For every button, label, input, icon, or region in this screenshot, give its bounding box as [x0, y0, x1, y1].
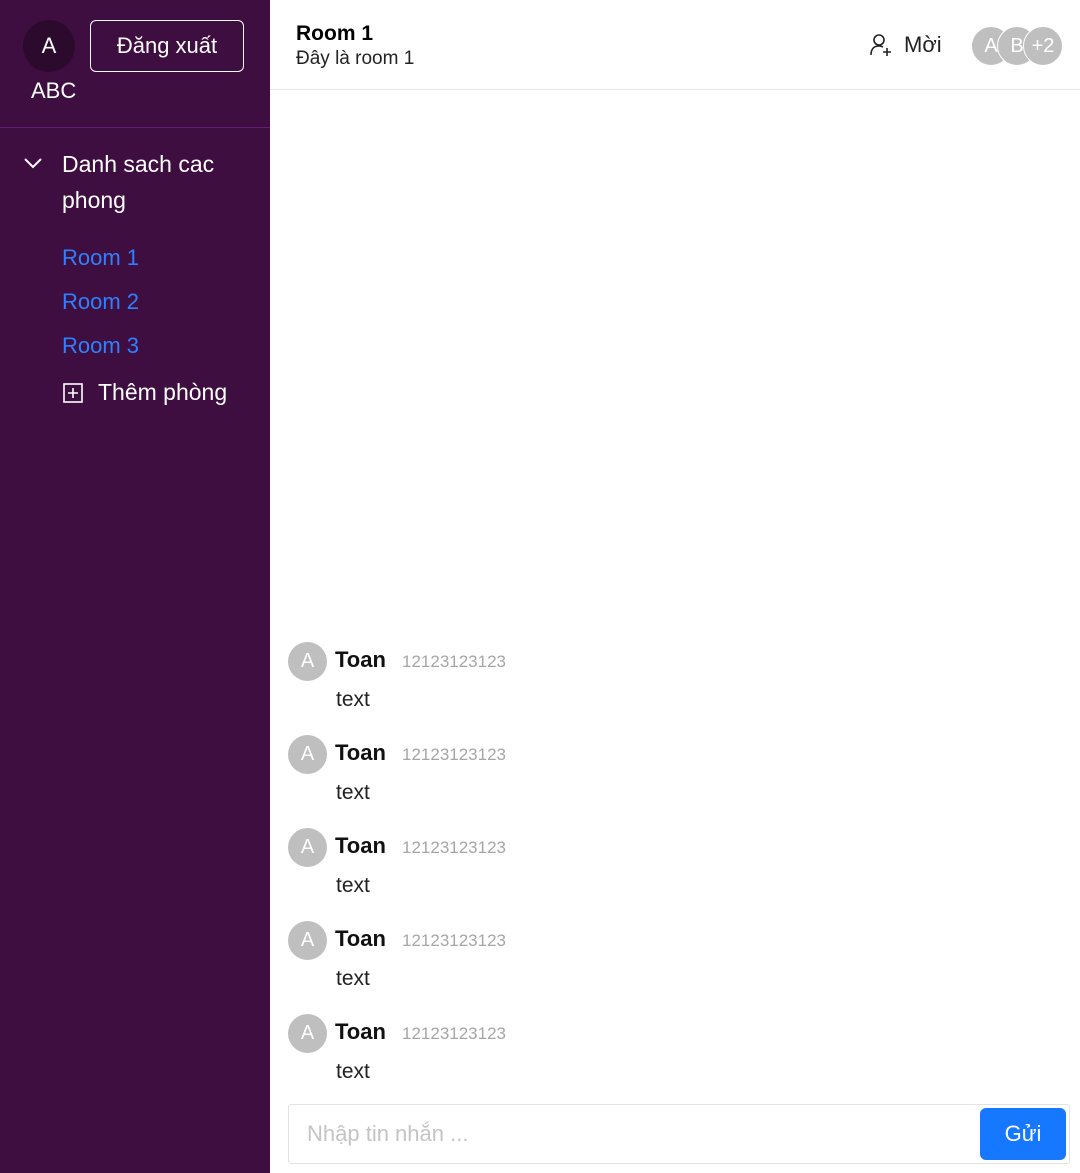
- room-item[interactable]: Room 3: [62, 326, 139, 370]
- list-item: A Toan 12123123123 text: [288, 919, 1048, 1012]
- message-author: Toan: [335, 833, 386, 858]
- member-avatar-group[interactable]: A B +2: [971, 26, 1071, 66]
- message-time: 12123123123: [402, 931, 507, 950]
- logout-button[interactable]: Đăng xuất: [90, 20, 244, 72]
- message-author: Toan: [335, 647, 386, 672]
- message-time: 12123123123: [402, 838, 507, 857]
- room-item[interactable]: Room 2: [62, 282, 139, 326]
- add-room-button[interactable]: Thêm phòng: [62, 379, 227, 406]
- chat-window: Room 1 Đây là room 1 Mời A B +2 A Toan 1…: [270, 0, 1080, 1173]
- add-room-label: Thêm phòng: [98, 379, 228, 405]
- message-time: 12123123123: [402, 745, 507, 764]
- message-list: A Toan 12123123123 text A Toan 121231231…: [288, 640, 1048, 1105]
- avatar: A: [288, 828, 327, 867]
- plus-square-icon: [63, 382, 83, 403]
- message-composer: Gửi: [288, 1104, 1070, 1164]
- message-text: text: [336, 688, 370, 711]
- list-item: A Toan 12123123123 text: [288, 826, 1048, 919]
- message-time: 12123123123: [402, 652, 507, 671]
- list-item: A Toan 12123123123 text: [288, 640, 1048, 733]
- message-input[interactable]: [289, 1105, 969, 1163]
- chat-header: Room 1 Đây là room 1 Mời A B +2: [270, 0, 1080, 90]
- avatar: A: [288, 735, 327, 774]
- message-text: text: [336, 874, 370, 897]
- avatar: A: [288, 921, 327, 960]
- room-description: Đây là room 1: [296, 48, 415, 69]
- message-author: Toan: [335, 926, 386, 951]
- message-text: text: [336, 781, 370, 804]
- room-item[interactable]: Room 1: [62, 238, 139, 282]
- message-author: Toan: [335, 1019, 386, 1044]
- avatar[interactable]: A: [23, 20, 75, 72]
- list-item: A Toan 12123123123 text: [288, 733, 1048, 826]
- invite-button[interactable]: Mời: [870, 32, 942, 58]
- chevron-down-icon: [24, 158, 42, 169]
- message-text: text: [336, 967, 370, 990]
- more-members-badge: +2: [1023, 26, 1063, 66]
- sidebar: A ABC Đăng xuất Danh sach cac phong Room…: [0, 0, 270, 1173]
- room-list: Room 1 Room 2 Room 3: [62, 238, 139, 370]
- list-item: A Toan 12123123123 text: [288, 1012, 1048, 1105]
- send-button[interactable]: Gửi: [980, 1108, 1066, 1160]
- rooms-collapse-header[interactable]: Danh sach cac phong: [22, 146, 252, 218]
- message-time: 12123123123: [402, 1024, 507, 1043]
- room-title: Room 1: [296, 22, 374, 45]
- avatar: A: [288, 1014, 327, 1053]
- user-add-icon: [870, 34, 891, 56]
- message-author: Toan: [335, 740, 386, 765]
- avatar: A: [288, 642, 327, 681]
- user-info: A ABC Đăng xuất: [0, 0, 270, 128]
- message-text: text: [336, 1060, 370, 1083]
- rooms-panel-title: Danh sach cac phong: [62, 151, 215, 213]
- invite-label: Mời: [904, 32, 942, 57]
- user-name: ABC: [31, 78, 77, 103]
